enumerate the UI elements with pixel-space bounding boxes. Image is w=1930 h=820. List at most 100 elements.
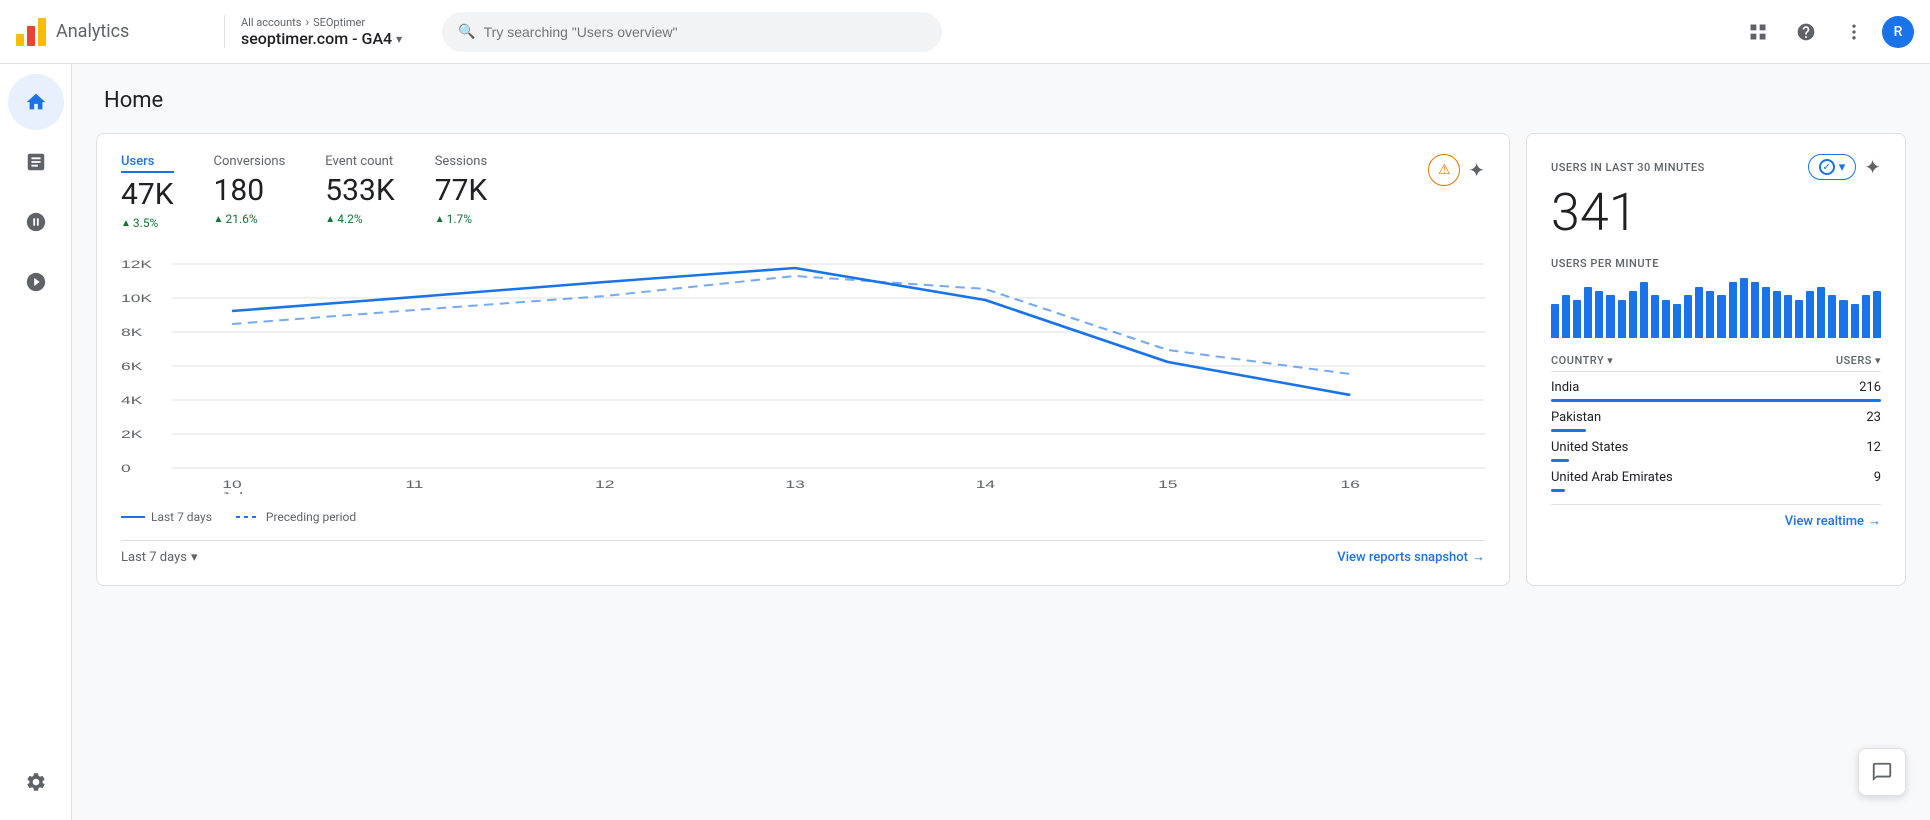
country-bar <box>1551 399 1881 402</box>
sparkle-icon[interactable]: ✦ <box>1468 158 1485 182</box>
country-name[interactable]: United States <box>1551 440 1628 455</box>
metric-users: Users 47K 3.5% <box>121 154 174 230</box>
svg-text:10K: 10K <box>121 293 152 305</box>
search-bar[interactable]: 🔍 <box>442 12 942 52</box>
header-actions: R <box>1738 12 1914 52</box>
svg-text:12K: 12K <box>121 259 152 271</box>
realtime-label: USERS IN LAST 30 MINUTES <box>1551 161 1705 174</box>
search-input[interactable] <box>484 24 927 40</box>
metric-sessions-value: 77K <box>435 173 488 208</box>
legend-solid-label: Last 7 days <box>151 510 212 524</box>
view-realtime-link[interactable]: View realtime → <box>1785 513 1881 529</box>
country-name[interactable]: Pakistan <box>1551 410 1601 425</box>
dashboard-grid: Users 47K 3.5% Conversions 180 21.6% Eve… <box>96 133 1906 586</box>
search-icon: 🔍 <box>458 24 475 40</box>
view-realtime-label: View realtime <box>1785 514 1864 529</box>
users-col-header[interactable]: USERS ▾ <box>1836 354 1881 367</box>
bar-chart-bar <box>1817 287 1825 338</box>
bar-chart-bar <box>1751 282 1759 338</box>
view-reports-arrow-icon: → <box>1472 549 1485 565</box>
metrics-row: Users 47K 3.5% Conversions 180 21.6% Eve… <box>121 154 1485 230</box>
svg-text:10: 10 <box>222 479 241 491</box>
svg-text:4K: 4K <box>121 395 143 407</box>
country-bar <box>1551 429 1586 432</box>
svg-text:14: 14 <box>976 479 995 491</box>
country-bar <box>1551 489 1565 492</box>
country-row: United Arab Emirates 9 <box>1551 470 1881 492</box>
svg-text:6K: 6K <box>121 361 143 373</box>
country-users-value: 216 <box>1859 380 1881 395</box>
bar-chart-bar <box>1684 295 1692 338</box>
line-chart: 12K 10K 8K 6K 4K 2K 0 10 <box>121 254 1485 494</box>
realtime-header: USERS IN LAST 30 MINUTES ✓ ▾ ✦ <box>1551 154 1881 180</box>
right-card: USERS IN LAST 30 MINUTES ✓ ▾ ✦ 341 USERS… <box>1526 133 1906 586</box>
bar-chart-bar <box>1839 300 1847 339</box>
chat-button[interactable] <box>1858 748 1906 796</box>
breadcrumb-account[interactable]: SEOptimer <box>313 16 365 29</box>
breadcrumb-area: All accounts › SEOptimer seoptimer.com -… <box>224 15 418 48</box>
metric-sessions: Sessions 77K 1.7% <box>435 154 488 226</box>
check-circle-icon: ✓ <box>1819 159 1835 175</box>
sidebar-item-settings[interactable] <box>8 754 64 810</box>
svg-text:15: 15 <box>1158 479 1177 491</box>
more-options-button[interactable] <box>1834 12 1874 52</box>
logo-bar-2 <box>27 26 35 46</box>
country-name[interactable]: India <box>1551 380 1579 395</box>
sidebar-item-explore[interactable] <box>8 194 64 250</box>
metric-sessions-change: 1.7% <box>435 212 488 226</box>
help-button[interactable] <box>1786 12 1826 52</box>
metric-event-count: Event count 533K 4.2% <box>325 154 394 226</box>
legend-solid-line <box>121 516 145 518</box>
country-row: India 216 <box>1551 380 1881 402</box>
realtime-actions: ✓ ▾ ✦ <box>1808 154 1881 180</box>
legend-dashed-label: Preceding period <box>266 510 356 524</box>
view-realtime-arrow-icon: → <box>1868 513 1881 529</box>
country-col-dropdown-icon: ▾ <box>1607 354 1613 367</box>
metric-event-count-change: 4.2% <box>325 212 394 226</box>
breadcrumb-parent[interactable]: All accounts <box>241 16 301 29</box>
bar-chart-bar <box>1629 291 1637 338</box>
realtime-sparkle-icon[interactable]: ✦ <box>1864 155 1881 179</box>
legend-solid: Last 7 days <box>121 510 212 524</box>
metric-conversions-label[interactable]: Conversions <box>214 154 286 169</box>
logo-bar-1 <box>16 34 24 46</box>
view-reports-link[interactable]: View reports snapshot → <box>1337 549 1485 565</box>
realtime-footer: View realtime → <box>1551 504 1881 529</box>
country-col-header[interactable]: COUNTRY ▾ <box>1551 354 1613 367</box>
property-selector[interactable]: seoptimer.com - GA4 ▾ <box>241 29 402 48</box>
svg-text:Jul: Jul <box>221 491 243 494</box>
realtime-value: 341 <box>1551 184 1881 241</box>
breadcrumb-top: All accounts › SEOptimer <box>241 15 402 29</box>
bar-chart-bar <box>1606 295 1614 338</box>
period-selector[interactable]: Last 7 days ▾ <box>121 550 198 565</box>
metric-sessions-label[interactable]: Sessions <box>435 154 488 169</box>
svg-text:16: 16 <box>1340 479 1359 491</box>
chart-container: 12K 10K 8K 6K 4K 2K 0 10 <box>121 254 1485 494</box>
svg-text:11: 11 <box>405 479 423 491</box>
view-reports-label: View reports snapshot <box>1337 550 1468 565</box>
metric-users-value: 47K <box>121 177 174 212</box>
svg-text:13: 13 <box>785 479 804 491</box>
metric-users-label[interactable]: Users <box>121 154 174 173</box>
svg-text:0: 0 <box>121 463 131 475</box>
svg-text:8K: 8K <box>121 327 143 339</box>
legend-dashed-line <box>236 516 260 518</box>
analytics-logo <box>16 18 46 46</box>
warning-icon[interactable]: ⚠ <box>1428 154 1460 186</box>
sidebar-item-advertising[interactable] <box>8 254 64 310</box>
bar-chart-bar <box>1673 304 1681 338</box>
sidebar-item-reports[interactable] <box>8 134 64 190</box>
main-card-footer: Last 7 days ▾ View reports snapshot → <box>121 540 1485 565</box>
country-name[interactable]: United Arab Emirates <box>1551 470 1673 485</box>
logo-area: Analytics <box>16 18 216 46</box>
user-avatar[interactable]: R <box>1882 16 1914 48</box>
bar-chart-bar <box>1806 291 1814 338</box>
sidebar-item-home[interactable] <box>8 74 64 130</box>
realtime-check-button[interactable]: ✓ ▾ <box>1808 154 1857 180</box>
metric-event-count-label[interactable]: Event count <box>325 154 394 169</box>
country-col-label: COUNTRY <box>1551 354 1604 367</box>
bar-chart-bar <box>1584 287 1592 338</box>
metric-event-count-value: 533K <box>325 173 394 208</box>
sidebar-bottom <box>8 752 64 812</box>
apps-button[interactable] <box>1738 12 1778 52</box>
